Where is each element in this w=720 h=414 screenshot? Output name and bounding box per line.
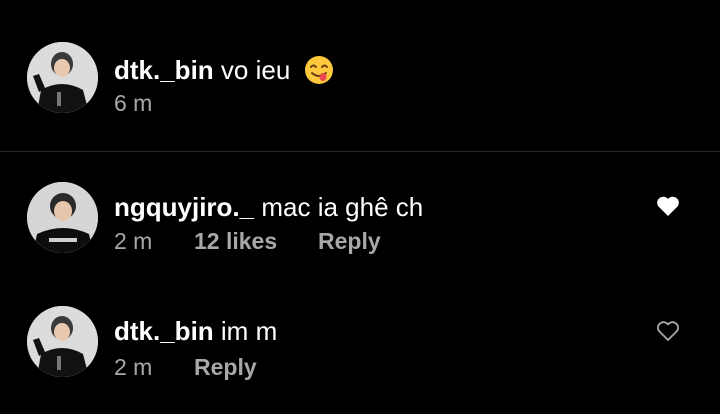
comment-time: 2 m bbox=[114, 354, 153, 380]
avatar[interactable] bbox=[27, 42, 98, 113]
comment-meta: 2 m 12 likes Reply bbox=[114, 227, 381, 255]
comment-username[interactable]: dtk._bin bbox=[114, 316, 214, 346]
comment-time: 6 m bbox=[114, 90, 153, 116]
comment-item: dtk._bin vo ieu 6 m bbox=[0, 0, 720, 151]
comment-meta: 6 m bbox=[114, 89, 152, 117]
avatar[interactable] bbox=[27, 182, 98, 253]
heart-outline-icon[interactable] bbox=[656, 320, 680, 342]
avatar[interactable] bbox=[27, 306, 98, 377]
comment-line: dtk._bin im m bbox=[114, 316, 277, 346]
comment-line: ngquyjiro._ mac ia ghê ch bbox=[114, 192, 423, 222]
user-photo-icon bbox=[27, 182, 98, 253]
comment-line: dtk._bin vo ieu bbox=[114, 55, 334, 91]
user-photo-icon bbox=[27, 306, 98, 377]
comment-text: vo ieu bbox=[220, 55, 291, 85]
user-photo-icon bbox=[27, 42, 98, 113]
comment-username[interactable]: dtk._bin bbox=[114, 55, 214, 85]
comment-username[interactable]: ngquyjiro._ bbox=[114, 192, 254, 222]
heart-filled-icon[interactable] bbox=[656, 195, 680, 217]
reply-button[interactable]: Reply bbox=[194, 353, 257, 381]
comment-meta: 2 m Reply bbox=[114, 353, 257, 381]
comment-item: ngquyjiro._ mac ia ghê ch 2 m 12 likes Rep… bbox=[0, 152, 720, 278]
comment-item: dtk._bin im m 2 m Reply bbox=[0, 278, 720, 414]
reply-button[interactable]: Reply bbox=[318, 227, 381, 255]
comment-time: 2 m bbox=[114, 228, 153, 254]
comment-text: mac ia ghê ch bbox=[261, 192, 424, 222]
comment-likes[interactable]: 12 likes bbox=[194, 227, 318, 255]
comment-text: im m bbox=[220, 316, 278, 346]
face-savoring-food-emoji-icon bbox=[304, 55, 334, 91]
